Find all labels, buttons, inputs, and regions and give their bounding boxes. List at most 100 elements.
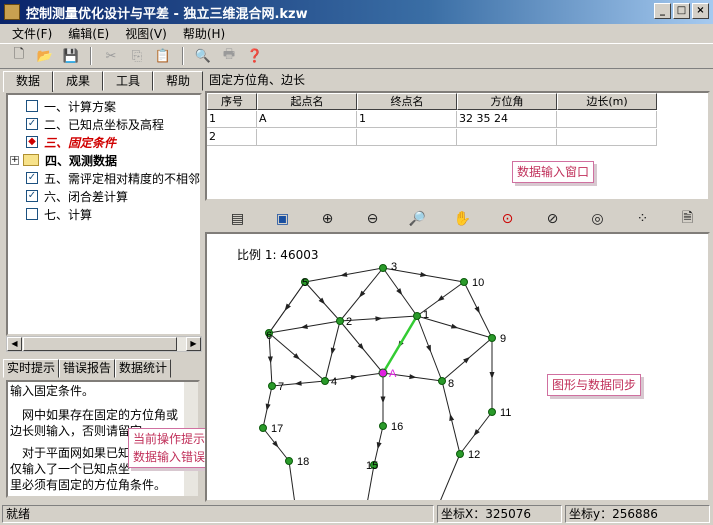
grid-header[interactable]: 终点名 — [357, 93, 457, 110]
tree-item-relative-precision[interactable]: ✓ 五、需评定相对精度的不相邻 — [26, 169, 200, 187]
grid-cell[interactable] — [557, 129, 657, 146]
network-node[interactable] — [439, 378, 446, 385]
network-graph-canvas[interactable]: 比例 1: 46003 A12345678910111215161718 图形与… — [205, 232, 710, 502]
network-node[interactable] — [286, 458, 293, 465]
checkmark-icon[interactable]: ✓ — [26, 172, 38, 184]
cut-icon[interactable]: ✂ — [100, 45, 122, 67]
tree-item-closure[interactable]: ✓ 六、闭合差计算 — [26, 187, 128, 205]
network-node[interactable] — [337, 318, 344, 325]
grid-cell[interactable]: 1 — [207, 111, 257, 128]
grid-header[interactable]: 边长(m) — [557, 93, 657, 110]
node-label: 17 — [271, 423, 283, 435]
tree-item-plan[interactable]: 一、计算方案 — [26, 97, 116, 115]
tree-item-fixed-conditions[interactable]: ◆ 三、固定条件 — [26, 133, 116, 151]
network-node[interactable] — [322, 378, 329, 385]
section-title: 固定方位角、边长 — [205, 71, 710, 91]
layer-icon[interactable]: ▤ — [215, 209, 260, 229]
zoom-window-icon[interactable]: 🔎 — [395, 209, 440, 229]
network-edge — [289, 461, 295, 500]
task-tree: 一、计算方案 ✓ 二、已知点坐标及高程 ◆ 三、固定条件 + 四、观测数据 ✓ … — [6, 93, 202, 336]
grid-cell[interactable]: 1 — [357, 111, 457, 128]
network-node[interactable] — [380, 423, 387, 430]
tab-help[interactable]: 帮助 — [153, 71, 203, 91]
maximize-button[interactable]: □ — [673, 3, 690, 19]
open-folder-icon[interactable]: 📂 — [34, 45, 56, 67]
tree-item-label: 五、需评定相对精度的不相邻 — [44, 170, 200, 187]
menu-file[interactable]: 文件(F) — [4, 25, 60, 42]
tree-item-known-points[interactable]: ✓ 二、已知点坐标及高程 — [26, 115, 164, 133]
grid-header[interactable]: 序号 — [207, 93, 257, 110]
tab-data[interactable]: 数据 — [3, 71, 53, 92]
window-title: 控制测量优化设计与平差 - 独立三维混合网.kzw — [26, 3, 308, 22]
grid-cell[interactable]: A — [257, 111, 357, 128]
help-icon[interactable]: ❓ — [244, 45, 266, 67]
close-button[interactable]: × — [692, 3, 709, 19]
grid-cell[interactable]: 2 — [207, 129, 257, 146]
save-icon[interactable]: 💾 — [60, 45, 82, 67]
scroll-left-icon[interactable]: ◀ — [7, 337, 22, 351]
node-label: 18 — [297, 456, 309, 468]
expand-icon[interactable]: + — [10, 156, 19, 165]
network-node[interactable] — [380, 265, 387, 272]
active-marker-icon[interactable]: ◆ — [26, 136, 38, 148]
grid-cell[interactable]: 32 35 24 — [457, 111, 557, 128]
menu-help[interactable]: 帮助(H) — [175, 25, 233, 42]
network-node[interactable] — [269, 383, 276, 390]
status-bar: 就绪 坐标X：325076 坐标y：256886 — [0, 503, 713, 525]
delete-point-icon[interactable]: ⊘ — [530, 209, 575, 229]
node-label: 8 — [448, 378, 454, 390]
checkbox-icon[interactable] — [26, 100, 38, 112]
tree-item-observations[interactable]: + 四、观测数据 — [10, 151, 117, 169]
paste-icon[interactable]: 📋 — [152, 45, 174, 67]
grid-cell[interactable] — [557, 111, 657, 128]
grid-cell[interactable] — [457, 129, 557, 146]
minimize-button[interactable]: _ — [654, 3, 671, 19]
network-icon[interactable]: ⁘ — [620, 209, 665, 229]
grid-cell[interactable] — [357, 129, 457, 146]
tab-data-stats[interactable]: 数据统计 — [115, 359, 171, 378]
menu-view[interactable]: 视图(V) — [117, 25, 175, 42]
grid-header[interactable]: 起点名 — [257, 93, 357, 110]
tab-tools[interactable]: 工具 — [103, 71, 153, 91]
network-node[interactable] — [414, 313, 421, 320]
pan-icon[interactable]: ✋ — [440, 209, 485, 229]
add-point-icon[interactable]: ⊙ — [485, 209, 530, 229]
tab-error-report[interactable]: 错误报告 — [59, 359, 115, 378]
print-preview-icon[interactable]: 🔍 — [192, 45, 214, 67]
tab-results[interactable]: 成果 — [53, 71, 103, 91]
tree-item-label: 一、计算方案 — [44, 98, 116, 115]
grid-cell[interactable] — [257, 129, 357, 146]
move-point-icon[interactable]: ◎ — [575, 209, 620, 229]
menu-bar: 文件(F) 编辑(E) 视图(V) 帮助(H) — [0, 24, 713, 42]
new-file-icon[interactable]: 🗋 — [8, 45, 30, 67]
print-icon[interactable]: 🖶 — [218, 45, 240, 67]
tab-realtime-tips[interactable]: 实时提示 — [3, 359, 59, 378]
menu-edit[interactable]: 编辑(E) — [60, 25, 117, 42]
checkbox-icon[interactable] — [26, 208, 38, 220]
select-icon[interactable]: ▣ — [260, 209, 305, 229]
checkmark-icon[interactable]: ✓ — [26, 190, 38, 202]
fixed-azimuth-edge[interactable] — [383, 316, 417, 373]
copy-icon[interactable]: ⎘ — [126, 45, 148, 67]
tree-horizontal-scrollbar[interactable]: ◀ ▶ — [6, 336, 202, 352]
network-node[interactable] — [379, 369, 387, 377]
network-node[interactable] — [489, 409, 496, 416]
network-node[interactable] — [260, 425, 267, 432]
zoom-out-icon[interactable]: ⊖ — [350, 209, 395, 229]
network-node[interactable] — [461, 279, 468, 286]
network-node[interactable] — [489, 335, 496, 342]
tree-item-compute[interactable]: 七、计算 — [26, 205, 92, 223]
checkmark-icon[interactable]: ✓ — [26, 118, 38, 130]
node-label: 11 — [500, 407, 511, 419]
report-icon[interactable]: 🗎 — [665, 209, 710, 229]
network-node[interactable] — [457, 451, 464, 458]
node-label: 15 — [366, 460, 378, 472]
edge-arrow — [451, 324, 458, 329]
status-coord-y: 坐标y：256886 — [565, 505, 710, 523]
zoom-in-icon[interactable]: ⊕ — [305, 209, 350, 229]
grid-header[interactable]: 方位角 — [457, 93, 557, 110]
scroll-thumb[interactable] — [23, 337, 177, 351]
edge-arrow — [474, 429, 480, 436]
scroll-right-icon[interactable]: ▶ — [186, 337, 201, 351]
tree-item-label: 二、已知点坐标及高程 — [44, 116, 164, 133]
